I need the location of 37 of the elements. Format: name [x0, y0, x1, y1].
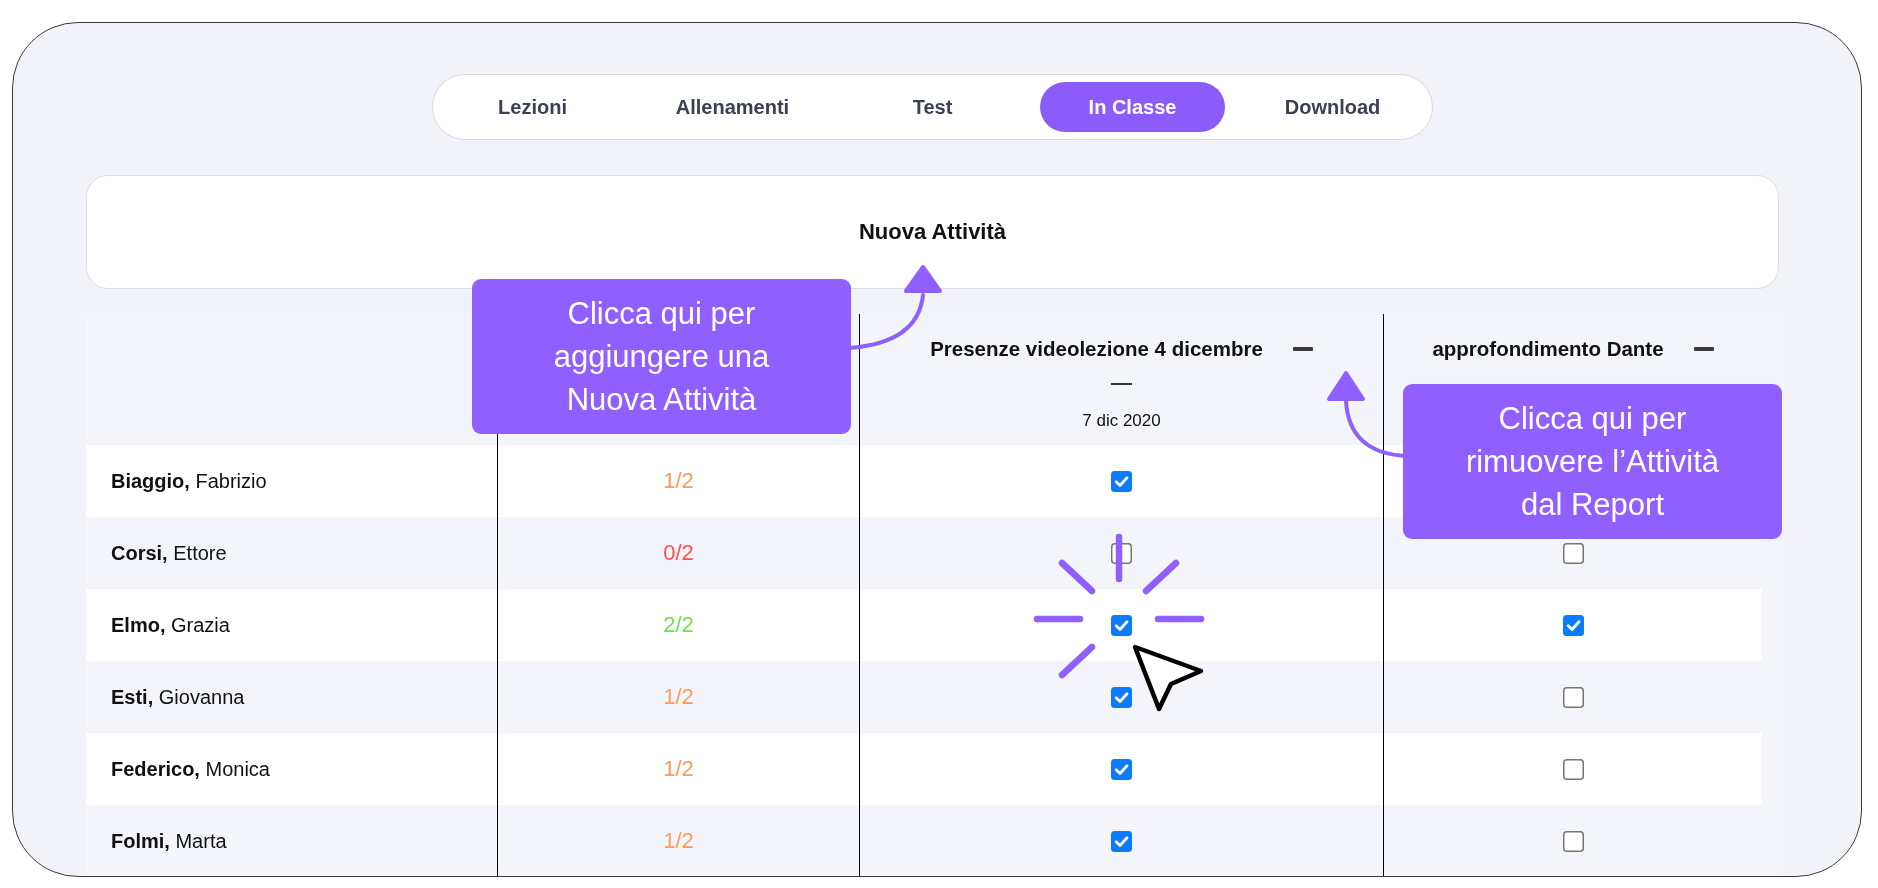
student-name: Elmo, Grazia: [111, 613, 230, 637]
student-name: Esti, Giovanna: [111, 685, 245, 709]
click-burst-icon: [1033, 533, 1205, 679]
student-name: Folmi, Marta: [111, 829, 227, 853]
score-text: 1/2: [663, 756, 694, 782]
tab[interactable]: In Classe: [1040, 82, 1225, 132]
student-name: Biaggio, Fabrizio: [111, 469, 267, 493]
activity-title: approfondimento Dante: [1432, 337, 1664, 361]
activity-title: Presenze videolezione 4 dicembre: [930, 337, 1263, 361]
tab[interactable]: Lezioni: [440, 82, 625, 132]
student-name: Federico, Monica: [111, 757, 270, 781]
checkbox[interactable]: [1562, 614, 1584, 636]
score-text: 1/2: [663, 684, 694, 710]
checkbox[interactable]: [1562, 686, 1584, 708]
tab[interactable]: Download: [1240, 82, 1425, 132]
checkbox[interactable]: [1111, 830, 1132, 852]
activity-date: 7 dic 2020: [1082, 411, 1161, 431]
checkbox[interactable]: [1111, 758, 1132, 780]
activity-description: —: [1111, 370, 1132, 394]
checkbox[interactable]: [1562, 758, 1584, 780]
checkbox[interactable]: [1111, 614, 1132, 636]
callout: Clicca qui per aggiungere una Nuova Attività: [472, 279, 851, 434]
tab[interactable]: Allenamenti: [640, 82, 825, 132]
checkbox[interactable]: [1562, 830, 1584, 852]
student-name: Corsi, Ettore: [111, 541, 227, 565]
checkbox[interactable]: [1562, 542, 1584, 564]
callout: Clicca qui per rimuovere l’Attività dal Report: [1403, 384, 1782, 539]
score-text: 1/2: [663, 468, 694, 494]
score-text: 1/2: [663, 828, 694, 854]
score-text: 0/2: [663, 540, 694, 566]
tab[interactable]: Test: [840, 82, 1025, 132]
checkbox[interactable]: [1111, 470, 1132, 492]
new-activity-button[interactable]: Nuova Attività: [86, 175, 1779, 289]
minus-icon[interactable]: [1292, 347, 1313, 351]
checkbox[interactable]: [1111, 686, 1132, 708]
minus-icon[interactable]: [1693, 347, 1714, 351]
score-text: 2/2: [663, 612, 694, 638]
